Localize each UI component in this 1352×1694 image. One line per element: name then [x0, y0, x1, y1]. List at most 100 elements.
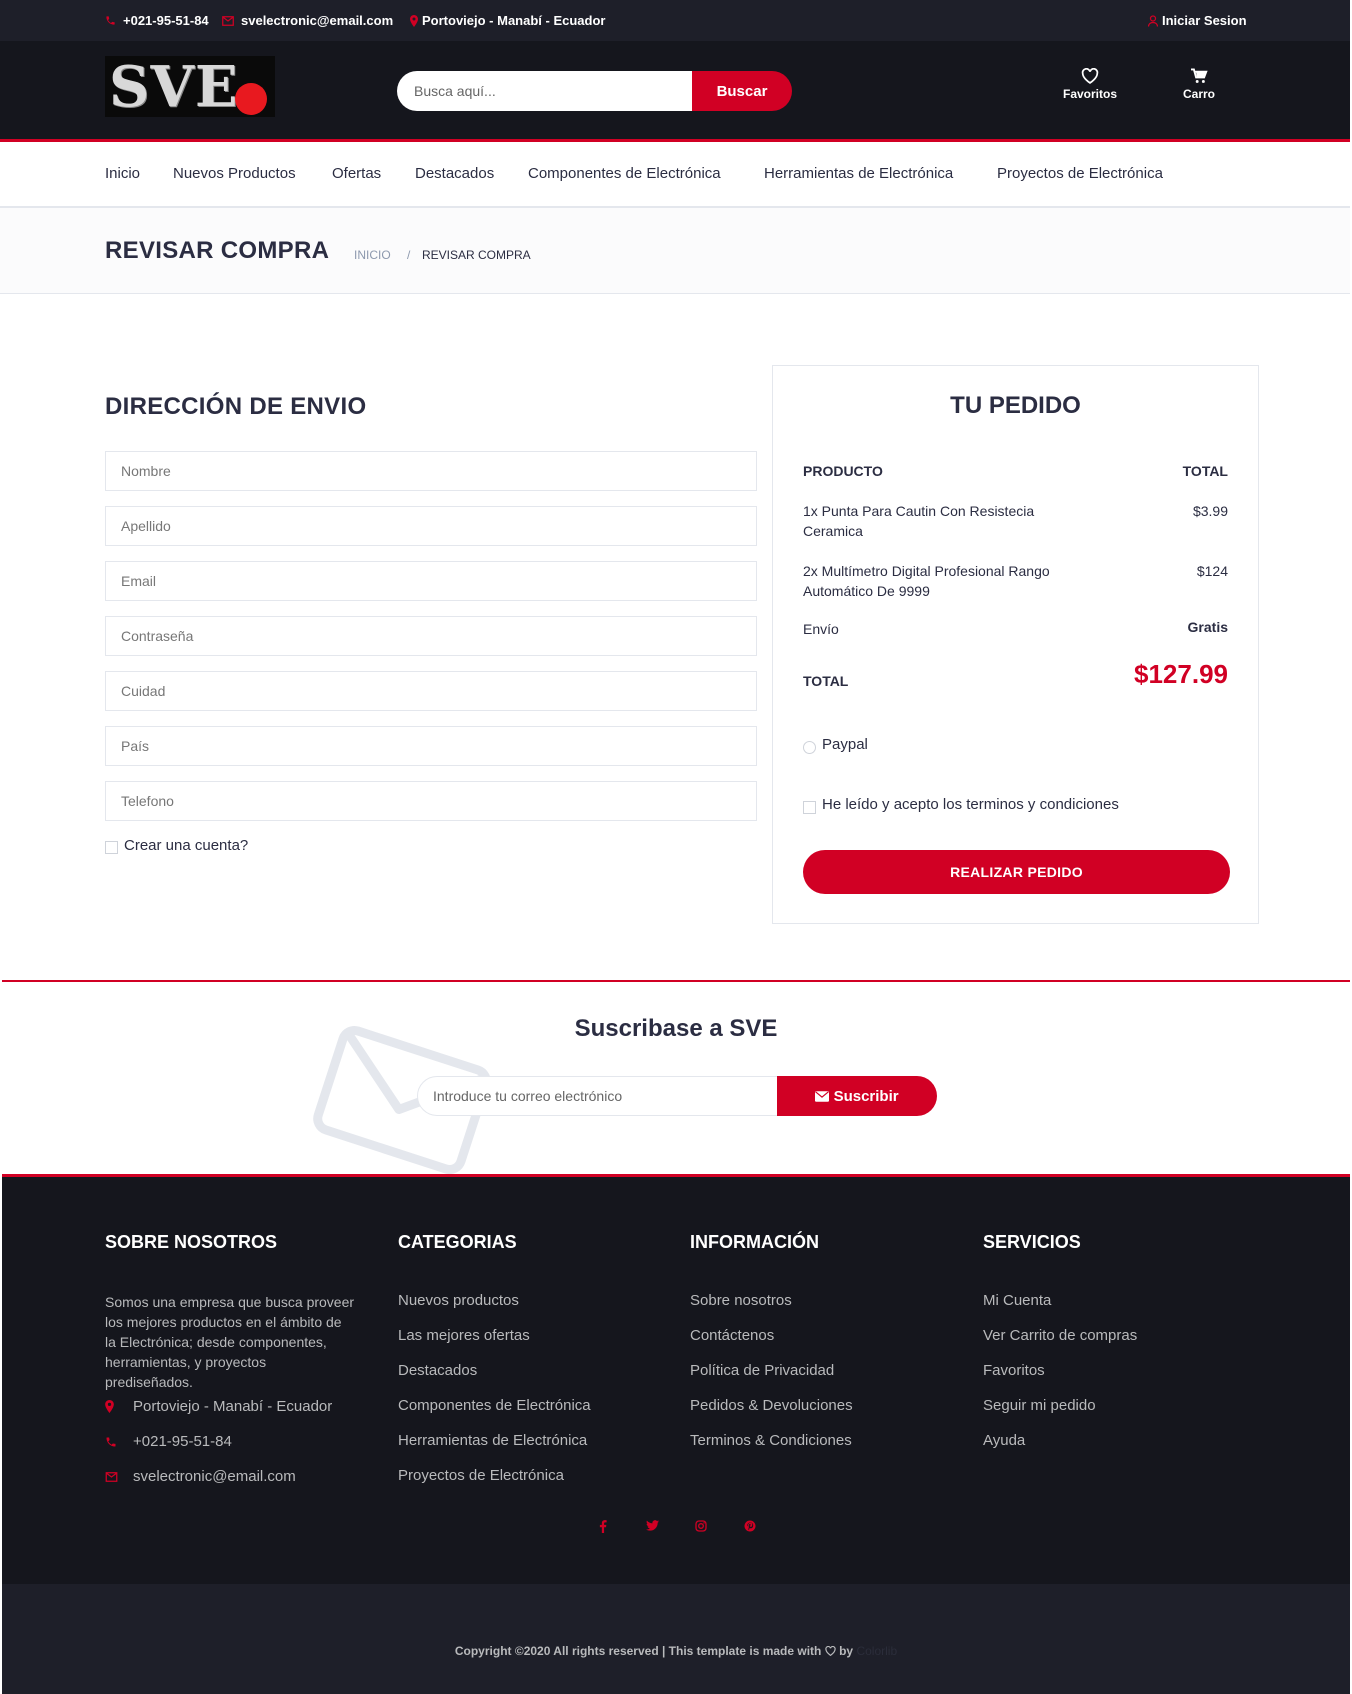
newsletter-title-prefix: Suscribase a: [574, 1015, 730, 1042]
login-label: Iniciar Sesion: [1162, 13, 1247, 28]
topbar-phone[interactable]: +021-95-51-84: [105, 13, 209, 28]
envelope-icon: [815, 1090, 830, 1102]
breadcrumb: REVISAR COMPRA INICIO / REVISAR COMPRA: [0, 208, 1350, 294]
copyright-text: Copyright ©2020 All rights reserved | Th…: [454, 1644, 822, 1658]
footer-link[interactable]: Mi Cuenta: [983, 1292, 1051, 1309]
twitter-icon[interactable]: [642, 1520, 662, 1540]
nav-item-proyectos[interactable]: Proyectos de Electrónica: [997, 165, 1163, 182]
footer-link[interactable]: Seguir mi pedido: [983, 1397, 1096, 1414]
password-field[interactable]: [105, 616, 757, 656]
newsletter-title: Suscribase a SVE: [2, 1015, 1350, 1043]
order-col-total: TOTAL: [1182, 463, 1228, 479]
shipping-label: Envío: [803, 621, 839, 637]
footer-link[interactable]: Favoritos: [983, 1362, 1045, 1379]
footer-link[interactable]: Proyectos de Electrónica: [398, 1467, 564, 1484]
logo-text: SVE: [109, 56, 239, 117]
facebook-icon[interactable]: [593, 1520, 613, 1540]
footer-categories-title: CATEGORIAS: [398, 1232, 517, 1252]
breadcrumb-current: REVISAR COMPRA: [422, 248, 531, 262]
create-account-label[interactable]: Crear una cuenta?: [124, 837, 248, 854]
search-button[interactable]: Buscar: [692, 71, 792, 111]
topbar-phone-text: +021-95-51-84: [123, 13, 209, 28]
country-field[interactable]: [105, 726, 757, 766]
phone-icon: [105, 15, 116, 26]
total-value: $127.99: [1134, 659, 1228, 689]
footer-link[interactable]: Ayuda: [983, 1432, 1025, 1449]
footer-link[interactable]: Las mejores ofertas: [398, 1327, 530, 1344]
order-item-name: 2x Multímetro Digital Profesional Rango …: [803, 563, 1050, 599]
topbar-email[interactable]: svelectronic@email.com: [222, 13, 393, 28]
copyright-by: by: [839, 1644, 854, 1658]
phone-field[interactable]: [105, 781, 757, 821]
search-input[interactable]: [397, 71, 692, 111]
footer-link[interactable]: Herramientas de Electrónica: [398, 1432, 587, 1449]
footer-link[interactable]: Nuevos productos: [398, 1292, 519, 1309]
pinterest-icon[interactable]: [740, 1520, 760, 1540]
nav-item-componentes[interactable]: Componentes de Electrónica: [528, 165, 721, 182]
breadcrumb-home-link[interactable]: INICIO: [354, 248, 391, 262]
paypal-radio[interactable]: [803, 741, 816, 754]
footer-email[interactable]: svelectronic@email.com: [105, 1468, 296, 1485]
cart-label: Carro: [1182, 87, 1215, 101]
footer-link[interactable]: Política de Privacidad: [690, 1362, 834, 1379]
copyright: Copyright ©2020 All rights reserved | Th…: [2, 1644, 1350, 1658]
footer-link[interactable]: Contáctenos: [690, 1327, 774, 1344]
footer-link[interactable]: Sobre nosotros: [690, 1292, 792, 1309]
newsletter-email-input[interactable]: [417, 1076, 779, 1116]
footer-link[interactable]: Terminos & Condiciones: [690, 1432, 852, 1449]
footer-link[interactable]: Destacados: [398, 1362, 477, 1379]
nav-item-inicio[interactable]: Inicio: [105, 165, 140, 182]
cart-button[interactable]: Carro: [1164, 68, 1234, 101]
colorlib-link[interactable]: Colorlib: [856, 1644, 897, 1658]
heart-icon: [825, 1645, 836, 1657]
favorites-button[interactable]: Favoritos: [1055, 68, 1125, 101]
topbar-location[interactable]: Portoviejo - Manabí - Ecuador: [410, 13, 605, 28]
heart-icon: [1081, 68, 1099, 84]
footer-phone[interactable]: +021-95-51-84: [105, 1433, 232, 1450]
footer-location[interactable]: Portoviejo - Manabí - Ecuador: [105, 1398, 332, 1415]
city-field[interactable]: [105, 671, 757, 711]
nav-item-ofertas[interactable]: Ofertas: [332, 165, 381, 182]
top-bar: +021-95-51-84 svelectronic@email.com Por…: [0, 0, 1350, 41]
create-account-checkbox[interactable]: [105, 841, 118, 854]
nav-item-herramientas[interactable]: Herramientas de Electrónica: [764, 165, 953, 182]
envelope-icon: [222, 15, 234, 26]
phone-icon: [105, 1436, 133, 1448]
subscribe-label: Suscribir: [833, 1087, 899, 1105]
page-title: REVISAR COMPRA: [105, 237, 330, 264]
footer-link[interactable]: Pedidos & Devoluciones: [690, 1397, 853, 1414]
order-title: TU PEDIDO: [950, 392, 1081, 419]
paypal-label[interactable]: Paypal: [822, 736, 868, 753]
order-item-price: $124: [1196, 563, 1228, 579]
favorites-label: Favoritos: [1062, 87, 1117, 101]
last-name-field[interactable]: [105, 506, 757, 546]
total-label: TOTAL: [803, 673, 849, 689]
footer-info-title: INFORMACIÓN: [690, 1232, 819, 1252]
subscribe-button[interactable]: Suscribir: [777, 1076, 937, 1116]
nav-item-nuevos-productos[interactable]: Nuevos Productos: [173, 165, 296, 182]
topbar-email-text: svelectronic@email.com: [241, 13, 394, 28]
map-marker-icon: [105, 1400, 133, 1413]
footer-link[interactable]: Ver Carrito de compras: [983, 1327, 1137, 1344]
terms-checkbox[interactable]: [803, 801, 816, 814]
logo[interactable]: SVE: [105, 56, 275, 117]
user-icon: [1148, 14, 1158, 27]
map-marker-icon: [410, 14, 418, 27]
footer-services-title: SERVICIOS: [983, 1232, 1081, 1252]
nav-item-destacados[interactable]: Destacados: [415, 165, 494, 182]
footer-link[interactable]: Componentes de Electrónica: [398, 1397, 591, 1414]
login-link[interactable]: Iniciar Sesion: [1148, 13, 1247, 28]
place-order-button[interactable]: REALIZAR PEDIDO: [803, 850, 1230, 894]
shipping-value: Gratis: [1187, 619, 1228, 635]
email-field[interactable]: [105, 561, 757, 601]
instagram-icon[interactable]: [691, 1520, 711, 1540]
order-col-product: PRODUCTO: [803, 463, 883, 479]
breadcrumb-separator: /: [407, 248, 411, 262]
shipping-title: DIRECCIÓN DE ENVIO: [105, 393, 367, 420]
first-name-field[interactable]: [105, 451, 757, 491]
footer-email-text: svelectronic@email.com: [133, 1468, 296, 1485]
order-summary: TU PEDIDO PRODUCTO TOTAL 1x Punta Para C…: [772, 365, 1259, 924]
footer: SOBRE NOSOTROS Somos una empresa que bus…: [2, 1177, 1350, 1584]
terms-label[interactable]: He leído y acepto los terminos y condici…: [822, 796, 1119, 813]
order-item-name: 1x Punta Para Cautin Con Resistecia Cera…: [803, 503, 1035, 539]
